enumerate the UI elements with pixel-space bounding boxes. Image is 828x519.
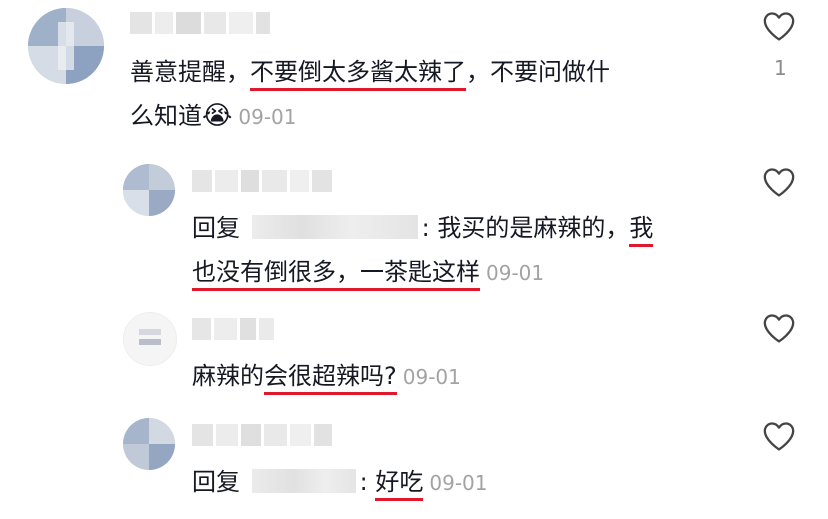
- avatar[interactable]: [123, 312, 177, 366]
- avatar[interactable]: [28, 8, 104, 84]
- heart-outline-icon[interactable]: [762, 420, 796, 452]
- heart-outline-icon[interactable]: [762, 312, 796, 344]
- comment-text: 善意提醒，不要倒太多酱太辣了，不要问做什: [130, 50, 610, 94]
- mention-blurred[interactable]: [251, 469, 356, 493]
- username-blurred[interactable]: [192, 424, 332, 446]
- comment-date: 09-01: [238, 105, 297, 129]
- reply-text: 回复 : 好吃 09-01: [192, 460, 488, 505]
- comment-date: 09-01: [486, 261, 545, 285]
- username-blurred[interactable]: [192, 318, 274, 340]
- username-blurred[interactable]: [192, 170, 332, 192]
- reply-text: 回复 : 我买的是麻辣的，我: [192, 206, 654, 250]
- mention-blurred[interactable]: [251, 215, 418, 239]
- reply-text-line2: 也没有倒很多，一茶匙这样 09-01: [192, 250, 544, 295]
- comment-date: 09-01: [402, 365, 461, 389]
- avatar[interactable]: [123, 164, 175, 216]
- heart-outline-icon[interactable]: [762, 166, 796, 198]
- like-count: 1: [774, 56, 787, 80]
- reply-text: 麻辣的会很超辣吗? 09-01: [192, 354, 461, 399]
- username-blurred[interactable]: [130, 12, 271, 34]
- comment-text-line2: 么知道😭 09-01: [130, 101, 297, 131]
- comment-date: 09-01: [429, 471, 488, 495]
- avatar[interactable]: [123, 418, 175, 470]
- heart-outline-icon[interactable]: [762, 10, 796, 42]
- crying-emoji-icon: 😭: [202, 101, 233, 131]
